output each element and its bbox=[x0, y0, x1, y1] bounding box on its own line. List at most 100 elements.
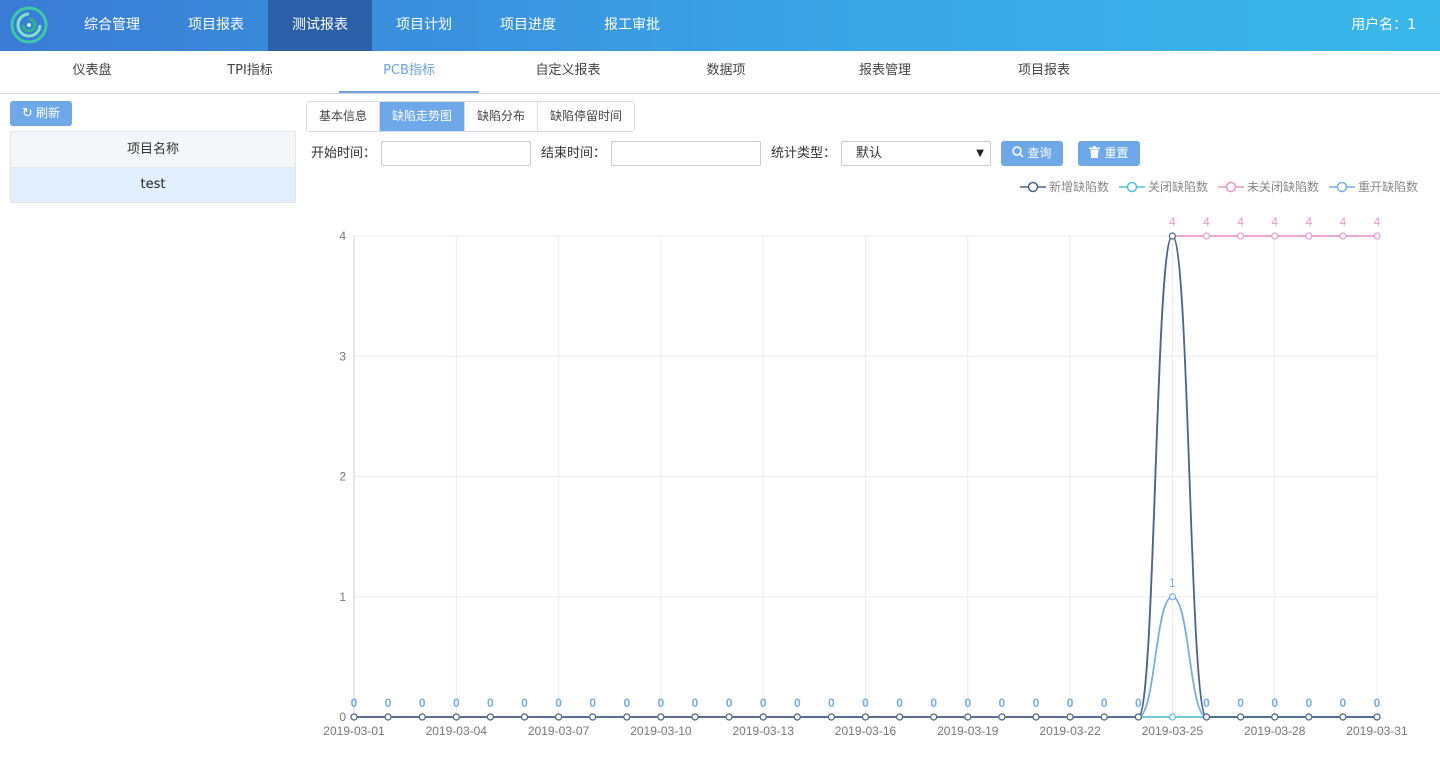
legend-label: 关闭缺陷数 bbox=[1147, 180, 1208, 194]
legend-item[interactable]: 关闭缺陷数 bbox=[1118, 178, 1208, 195]
data-label: 0 bbox=[794, 696, 801, 710]
data-point bbox=[1305, 232, 1313, 240]
subtab-dashboard[interactable]: 仪表盘 bbox=[42, 51, 142, 93]
refresh-button[interactable]: ↻ 刷新 bbox=[10, 101, 72, 126]
data-label: 0 bbox=[487, 696, 494, 710]
legend-swatch-icon bbox=[1118, 181, 1145, 192]
data-point bbox=[1168, 713, 1177, 721]
subtab-report-manage[interactable]: 报表管理 bbox=[835, 51, 935, 93]
data-label: 0 bbox=[1101, 696, 1108, 710]
data-label: 0 bbox=[726, 696, 733, 710]
data-point bbox=[1373, 232, 1381, 240]
menu-item-project-plan[interactable]: 项目计划 bbox=[372, 0, 476, 51]
x-tick-label: 2019-03-04 bbox=[426, 724, 488, 738]
data-label: 0 bbox=[1067, 696, 1074, 710]
data-label: 4 bbox=[1305, 215, 1312, 229]
project-row[interactable]: test bbox=[11, 168, 295, 202]
subtab-custom-report[interactable]: 自定义报表 bbox=[518, 51, 618, 93]
data-label: 0 bbox=[1033, 696, 1040, 710]
data-point bbox=[1305, 713, 1313, 721]
subtab-pcb[interactable]: PCB指标 bbox=[339, 51, 479, 93]
stat-type-value: 默认 bbox=[856, 146, 883, 161]
y-tick-label: 1 bbox=[339, 590, 346, 604]
data-point bbox=[1032, 713, 1040, 721]
data-label: 0 bbox=[1237, 696, 1244, 710]
data-label: 0 bbox=[896, 696, 903, 710]
data-label: 0 bbox=[930, 696, 937, 710]
project-table-header: 项目名称 bbox=[11, 132, 295, 168]
app-logo-icon[interactable] bbox=[10, 6, 48, 44]
x-tick-label: 2019-03-13 bbox=[733, 724, 795, 738]
subtab-tpi[interactable]: TPI指标 bbox=[200, 51, 300, 93]
y-tick-label: 4 bbox=[339, 229, 346, 243]
data-point bbox=[998, 713, 1006, 721]
subtab-project-report[interactable]: 项目报表 bbox=[994, 51, 1094, 93]
legend-swatch-icon bbox=[1328, 181, 1355, 192]
data-point bbox=[555, 713, 563, 721]
data-point bbox=[759, 713, 767, 721]
menu-item-project-progress[interactable]: 项目进度 bbox=[476, 0, 580, 51]
data-label: 4 bbox=[1271, 215, 1278, 229]
legend-item[interactable]: 新增缺陷数 bbox=[1019, 178, 1109, 195]
data-label: 0 bbox=[1340, 696, 1347, 710]
tab-defect-trend[interactable]: 缺陷走势图 bbox=[380, 102, 466, 131]
x-tick-label: 2019-03-16 bbox=[835, 724, 897, 738]
data-point bbox=[1168, 593, 1177, 601]
legend-label: 未关闭缺陷数 bbox=[1246, 180, 1319, 194]
data-label: 0 bbox=[1271, 696, 1278, 710]
data-label: 1 bbox=[1169, 576, 1176, 590]
subtab-data-item[interactable]: 数据项 bbox=[676, 51, 776, 93]
x-tick-label: 2019-03-01 bbox=[323, 724, 385, 738]
tab-defect-dwell-time[interactable]: 缺陷停留时间 bbox=[538, 102, 635, 131]
query-button[interactable]: 查询 bbox=[1001, 141, 1063, 166]
menu-item-test-report[interactable]: 测试报表 bbox=[268, 0, 372, 51]
data-label: 0 bbox=[351, 696, 358, 710]
report-tabs: 基本信息 缺陷走势图 缺陷分布 缺陷停留时间 bbox=[306, 101, 636, 132]
data-point bbox=[1066, 713, 1074, 721]
tab-defect-distribution[interactable]: 缺陷分布 bbox=[465, 102, 539, 131]
legend-item[interactable]: 重开缺陷数 bbox=[1328, 178, 1418, 195]
data-point bbox=[589, 713, 597, 721]
data-label: 4 bbox=[1169, 215, 1176, 229]
project-table: 项目名称 test bbox=[10, 131, 296, 203]
legend-swatch-icon bbox=[1019, 181, 1046, 192]
user-name[interactable]: 用户名：1 bbox=[1351, 0, 1416, 51]
data-label: 0 bbox=[862, 696, 869, 710]
data-point bbox=[486, 713, 494, 721]
tab-basic-info[interactable]: 基本信息 bbox=[307, 102, 381, 131]
search-icon bbox=[1012, 146, 1025, 158]
trash-icon bbox=[1089, 146, 1101, 158]
data-point bbox=[418, 713, 426, 721]
data-point bbox=[793, 713, 801, 721]
data-label: 0 bbox=[419, 696, 426, 710]
data-point bbox=[657, 713, 665, 721]
data-point bbox=[964, 713, 972, 721]
data-point bbox=[725, 713, 733, 721]
data-point bbox=[1100, 713, 1108, 721]
start-time-label: 开始时间： bbox=[311, 146, 377, 161]
menu-item-work-approval[interactable]: 报工审批 bbox=[580, 0, 684, 51]
data-point bbox=[384, 713, 392, 721]
data-point bbox=[1202, 232, 1211, 240]
reset-button[interactable]: 重置 bbox=[1078, 141, 1140, 166]
data-label: 0 bbox=[658, 696, 665, 710]
data-point bbox=[691, 713, 699, 721]
data-label: 4 bbox=[1340, 215, 1347, 229]
start-time-input[interactable] bbox=[381, 141, 531, 166]
x-tick-label: 2019-03-19 bbox=[937, 724, 999, 738]
data-point bbox=[1339, 713, 1347, 721]
menu-item-project-report[interactable]: 项目报表 bbox=[164, 0, 268, 51]
query-label: 查询 bbox=[1027, 146, 1052, 160]
y-tick-label: 3 bbox=[339, 349, 346, 363]
data-label: 0 bbox=[999, 696, 1006, 710]
data-label: 0 bbox=[1374, 696, 1381, 710]
data-point bbox=[827, 713, 836, 721]
end-time-input[interactable] bbox=[611, 141, 761, 166]
stat-type-select[interactable]: 默认 ▼ bbox=[841, 141, 991, 166]
legend-item[interactable]: 未关闭缺陷数 bbox=[1217, 178, 1319, 195]
sub-navbar: 仪表盘 TPI指标 PCB指标 自定义报表 数据项 报表管理 项目报表 bbox=[0, 51, 1440, 94]
data-label: 0 bbox=[453, 696, 460, 710]
menu-item-comprehensive[interactable]: 综合管理 bbox=[60, 0, 164, 51]
x-tick-label: 2019-03-10 bbox=[630, 724, 692, 738]
data-label: 0 bbox=[623, 696, 630, 710]
